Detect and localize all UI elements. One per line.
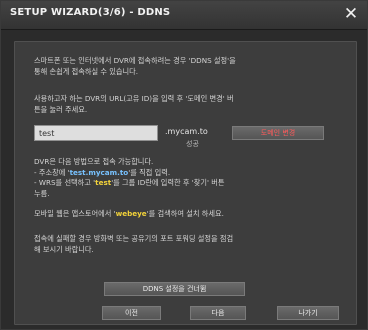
access-line-2-post: '를 직접 입력. (128, 167, 171, 177)
domain-status: 성공 (186, 140, 199, 148)
failure-note-text: 접속에 실패할 경우 방화벽 또는 공유기의 포트 포워딩 설정을 점검 해 보… (34, 234, 234, 254)
next-button[interactable]: 다음 (190, 306, 246, 320)
access-line-1: DVR은 다음 방법으로 접속 가능합니다. (34, 157, 154, 166)
close-icon[interactable]: ✕ (342, 5, 360, 23)
access-address-highlight: test.mycam.to (69, 167, 129, 177)
window-title: SETUP WIZARD(3/6) - DDNS (10, 7, 171, 18)
exit-button[interactable]: 나가기 (277, 306, 339, 320)
intro-text: 스마트폰 또는 인터넷에서 DVR에 접속하려는 경우 'DDNS 설정'을 통… (34, 56, 236, 76)
title-bar: SETUP WIZARD(3/6) - DDNS ✕ (1, 1, 367, 30)
setup-wizard-dialog: SETUP WIZARD(3/6) - DDNS ✕ 스마트폰 또는 인터넷에서… (0, 0, 368, 330)
mobile-post: '를 검색하여 설치 하세요. (146, 209, 224, 218)
domain-suffix: .mycam.to (165, 127, 208, 136)
access-line-3-pre: - WRS를 선택하고 ' (34, 178, 96, 187)
mobile-web-text: 모바일 웹은 앱스토어에서 'webeye'를 검색하여 설치 하세요. (34, 209, 339, 220)
mobile-pre: 모바일 웹은 앱스토어에서 ' (34, 209, 116, 218)
change-domain-button[interactable]: 도메인 변경 (232, 126, 324, 140)
access-line-2: - 주소창에 'test.mycam.to'를 직접 입력. (34, 168, 339, 179)
url-help-text: 사용하고자 하는 DVR의 URL(고유 ID)을 입력 후 '도메인 변경' … (34, 94, 234, 114)
access-line-4: 누름. (34, 188, 50, 198)
access-line-2-pre: - 주소창에 ' (34, 167, 70, 177)
access-line-3-post: '를 그룹 ID란에 입력한 후 '찾기' 버튼 (111, 178, 225, 187)
access-group-id-highlight: test (95, 178, 112, 187)
access-line-3: - WRS를 선택하고 'test'를 그룹 ID란에 입력한 후 '찾기' 버… (34, 178, 339, 189)
mobile-app-highlight: webeye (115, 209, 147, 218)
skip-ddns-button[interactable]: DDNS 설정을 건너뜀 (104, 282, 245, 296)
domain-id-input[interactable] (34, 125, 158, 141)
content-panel: 스마트폰 또는 인터넷에서 DVR에 접속하려는 경우 'DDNS 설정'을 통… (14, 41, 357, 325)
access-methods-text: DVR은 다음 방법으로 접속 가능합니다. - 주소창에 'test.myca… (34, 157, 339, 199)
previous-button[interactable]: 이전 (102, 306, 161, 320)
